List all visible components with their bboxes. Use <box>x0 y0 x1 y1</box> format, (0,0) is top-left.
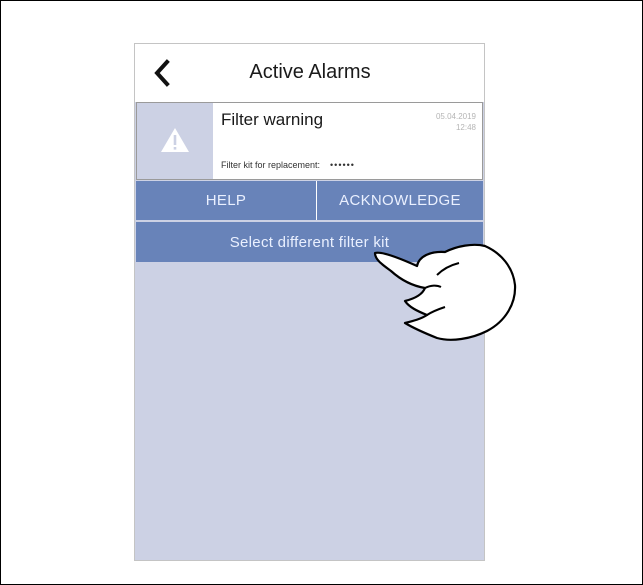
alarm-icon-box <box>137 103 213 179</box>
app-header: Active Alarms <box>135 44 484 102</box>
alarm-date: 05.04.2019 <box>435 112 476 121</box>
help-button[interactable]: HELP <box>136 181 317 220</box>
page-title: Active Alarms <box>249 61 371 83</box>
chevron-left-icon <box>154 59 170 87</box>
alarm-detail: Filter kit for replacement: •••••• <box>221 160 355 170</box>
warning-triangle-icon <box>161 128 189 152</box>
alarm-action-row: HELP ACKNOWLEDGE <box>136 181 483 220</box>
alarm-title: Filter warning <box>221 110 324 129</box>
alarm-card[interactable]: Filter warning 05.04.2019 12:48 Filter k… <box>136 102 483 180</box>
alarm-time: 12:48 <box>455 123 476 132</box>
back-button[interactable] <box>149 56 177 90</box>
pointing-hand-icon <box>373 243 517 341</box>
alarm-timestamp: 05.04.2019 12:48 <box>436 111 476 133</box>
alarm-detail-label: Filter kit for replacement: <box>221 160 321 170</box>
alarm-detail-value: •••••• <box>330 160 355 170</box>
acknowledge-button[interactable]: ACKNOWLEDGE <box>317 181 483 220</box>
illustration-frame: Active Alarms Filter warning 05.04.2019 … <box>0 0 643 585</box>
